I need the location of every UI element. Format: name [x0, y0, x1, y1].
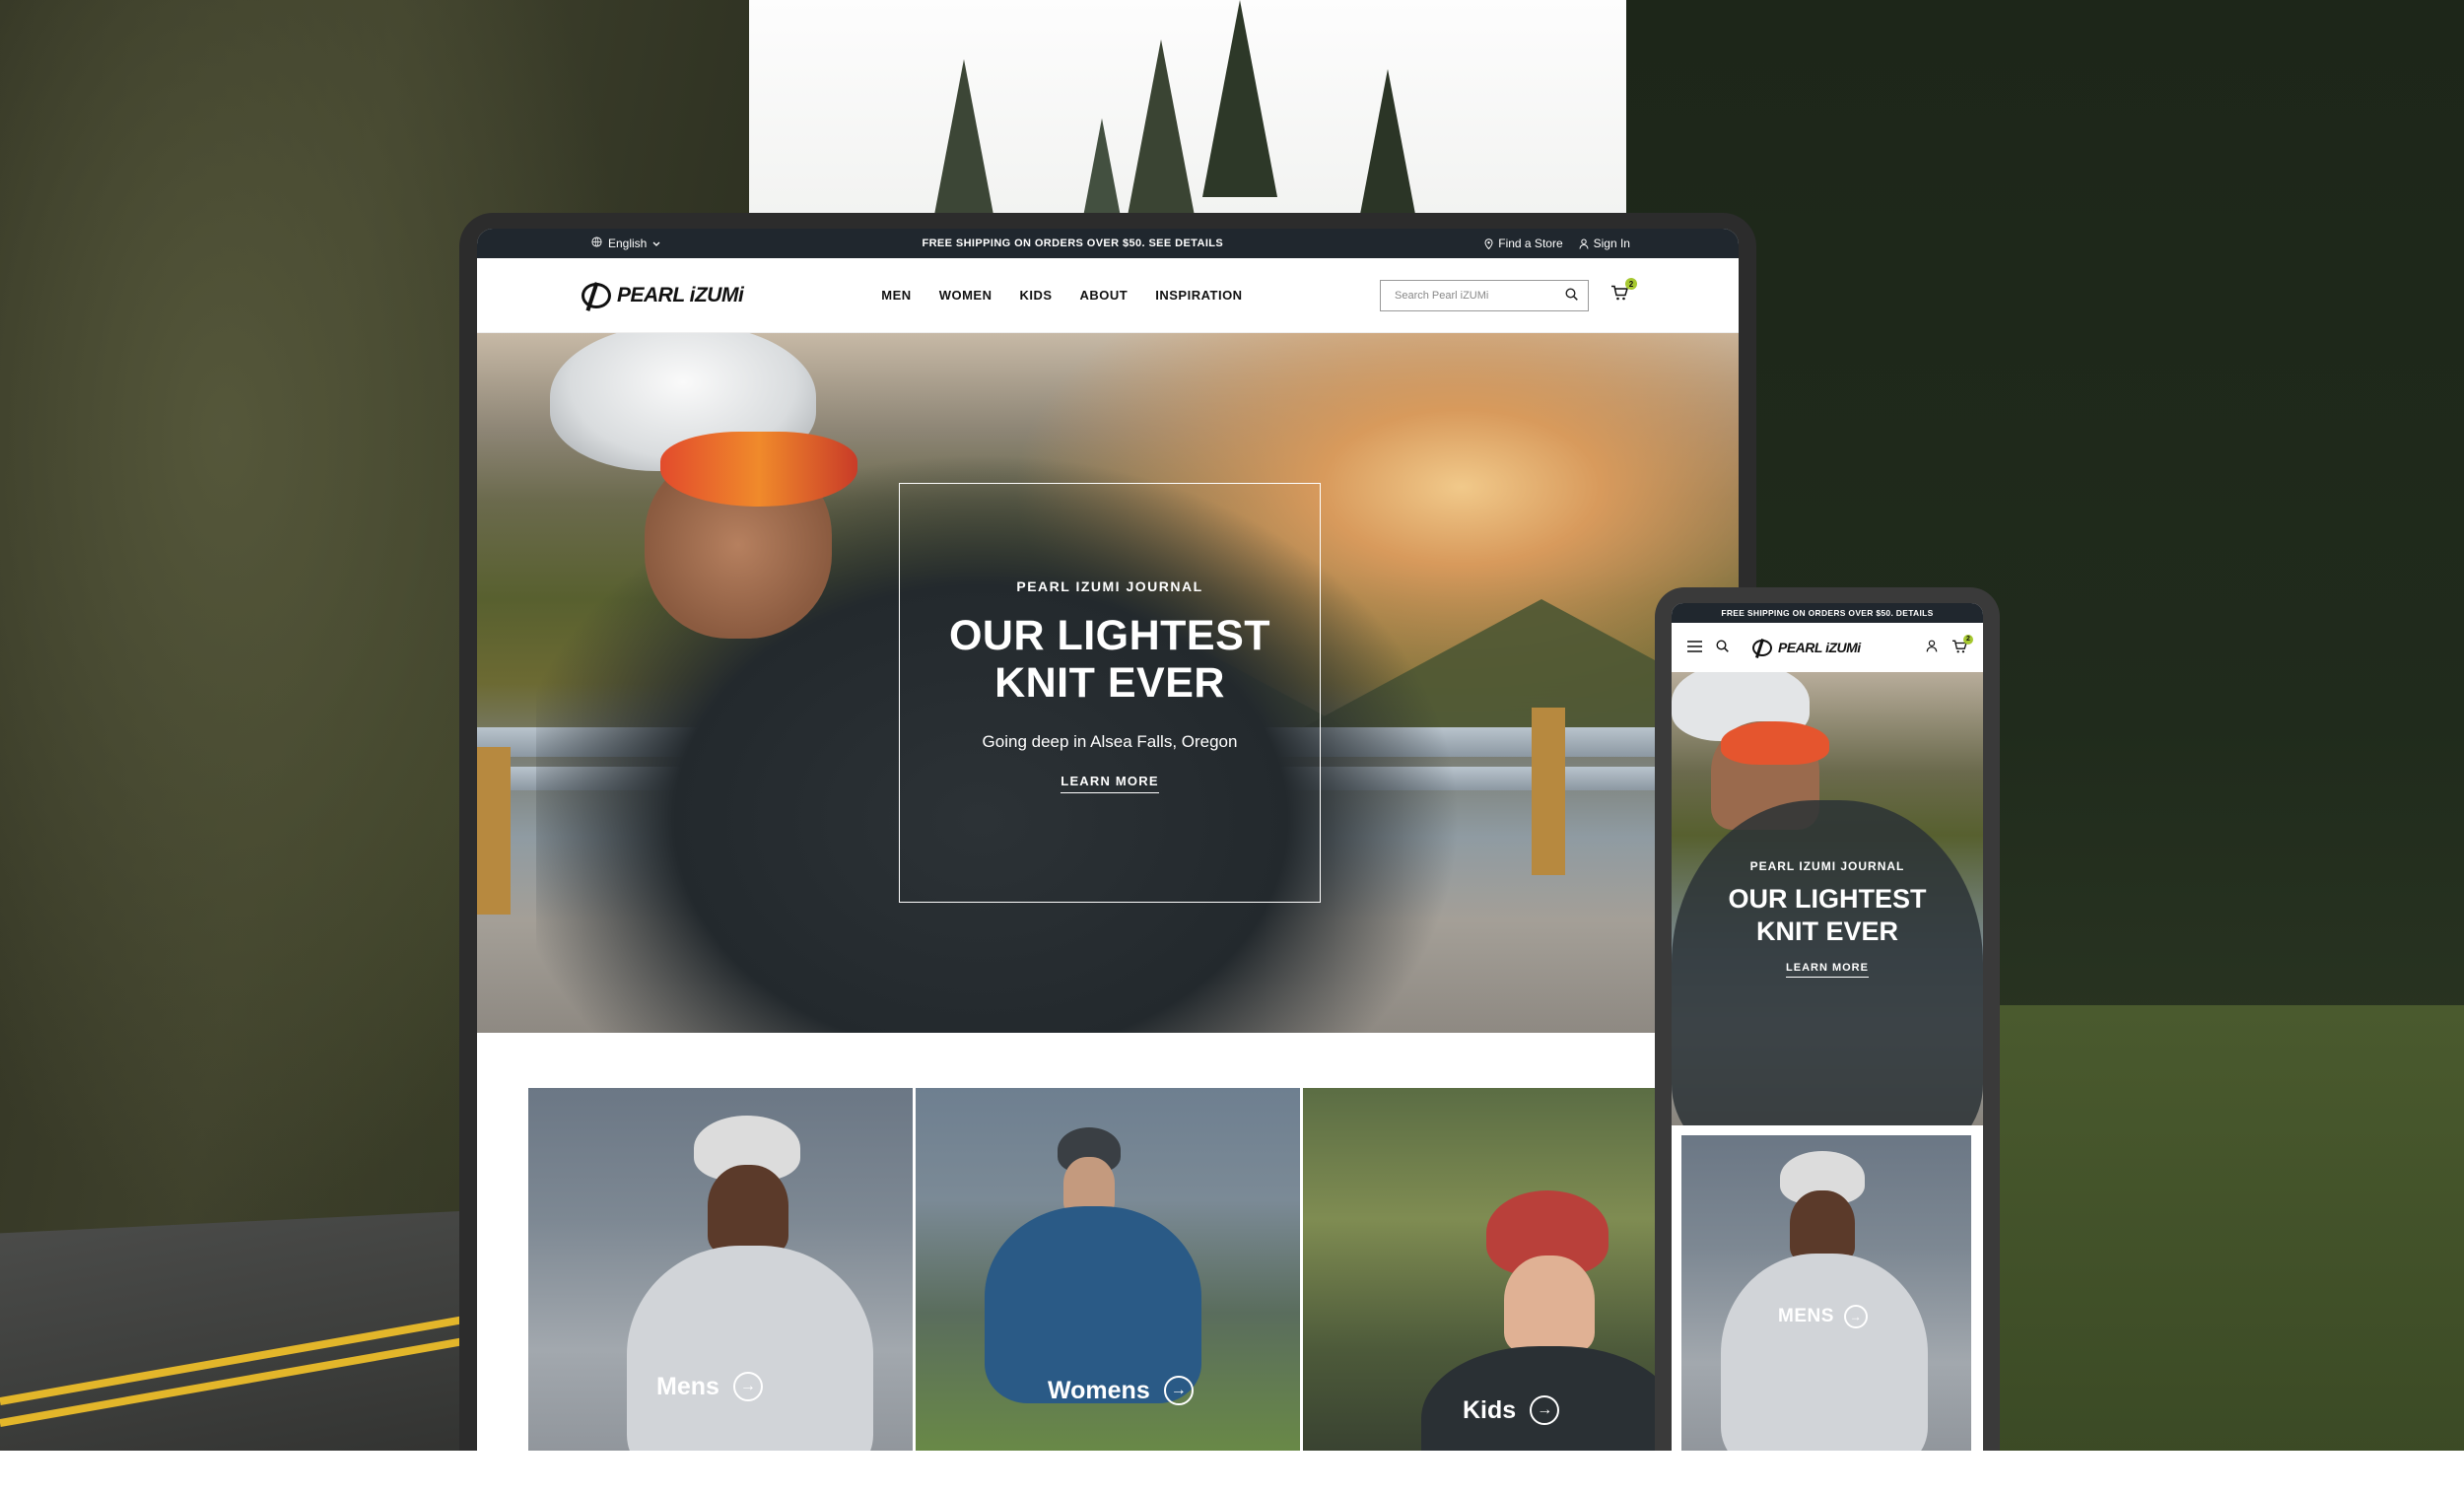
- tile-rider-face: [1504, 1255, 1595, 1352]
- chevron-down-icon: [652, 237, 660, 250]
- nav-item-inspiration[interactable]: INSPIRATION: [1155, 288, 1242, 303]
- tile-rider-jersey: [627, 1246, 873, 1451]
- tile-rider-jacket: [985, 1206, 1201, 1403]
- search-icon[interactable]: [1565, 287, 1578, 304]
- cart-count-badge: 2: [1625, 278, 1637, 290]
- category-tile-womens[interactable]: Womens →: [916, 1088, 1300, 1451]
- user-icon[interactable]: [1926, 640, 1938, 655]
- cart-button[interactable]: 2: [1610, 278, 1637, 305]
- category-tile-kids[interactable]: Kids →: [1303, 1088, 1687, 1451]
- utility-bar: English FREE SHIPPING ON ORDERS OVER $50…: [477, 229, 1739, 258]
- tile-label-wrap: Mens →: [656, 1372, 763, 1401]
- guardrail-post: [1532, 708, 1565, 875]
- hamburger-menu-icon[interactable]: [1687, 640, 1702, 655]
- brand-wordmark: PEARL iZUMi: [1778, 640, 1861, 655]
- sign-in-link[interactable]: Sign In: [1579, 237, 1630, 250]
- mobile-brand-logo[interactable]: PEARL iZUMi: [1752, 639, 1861, 656]
- primary-menu: MEN WOMEN KIDS ABOUT INSPIRATION: [881, 288, 1242, 303]
- mobile-hero-banner: PEARL IZUMI JOURNAL OUR LIGHTEST KNIT EV…: [1672, 672, 1983, 1125]
- language-selector[interactable]: English: [591, 237, 660, 250]
- mobile-screen: FREE SHIPPING ON ORDERS OVER $50. DETAIL…: [1672, 603, 1983, 1451]
- brand-logo[interactable]: PEARL iZUMi: [582, 282, 744, 308]
- tile-label: MENS: [1778, 1306, 1834, 1326]
- hero-glasses: [1721, 721, 1829, 765]
- nav-item-about[interactable]: ABOUT: [1080, 288, 1129, 303]
- sign-in-label: Sign In: [1593, 237, 1630, 250]
- tile-rider-jersey: [1721, 1254, 1928, 1451]
- guardrail-post: [477, 747, 511, 915]
- tile-label: Kids: [1463, 1395, 1517, 1424]
- find-store-label: Find a Store: [1498, 237, 1563, 250]
- tile-label-wrap: Womens →: [1048, 1376, 1194, 1405]
- hero-subtitle: Going deep in Alsea Falls, Oregon: [982, 732, 1238, 751]
- mobile-category-tile-mens[interactable]: MENS →: [1681, 1135, 1971, 1451]
- arrow-right-circle-icon: →: [1530, 1395, 1560, 1425]
- tile-label-wrap: MENS →: [1778, 1305, 1868, 1328]
- hero-headline: OUR LIGHTEST KNIT EVER: [948, 612, 1271, 707]
- mobile-navbar: PEARL iZUMi 2: [1672, 623, 1983, 672]
- desktop-screen: English FREE SHIPPING ON ORDERS OVER $50…: [477, 229, 1739, 1451]
- cart-count-badge: 2: [1963, 634, 1973, 645]
- hero-content-box: PEARL IZUMI JOURNAL OUR LIGHTEST KNIT EV…: [899, 483, 1321, 903]
- hero-learn-more-link[interactable]: LEARN MORE: [1061, 774, 1159, 793]
- arrow-right-circle-icon: →: [1843, 1305, 1868, 1328]
- category-tiles: Mens → Womens → Kids →: [528, 1088, 1687, 1451]
- mobile-cart-button[interactable]: 2: [1951, 634, 1973, 656]
- location-pin-icon: [1484, 238, 1493, 249]
- hero-eyebrow: PEARL IZUMI JOURNAL: [1016, 578, 1203, 594]
- tile-label: Mens: [656, 1372, 719, 1400]
- brand-wordmark: PEARL iZUMi: [617, 283, 744, 306]
- arrow-right-circle-icon: →: [1163, 1376, 1194, 1405]
- main-navbar: PEARL iZUMi MEN WOMEN KIDS ABOUT INSPIRA…: [477, 258, 1739, 333]
- mobile-hero-headline: OUR LIGHTEST KNIT EVER: [1728, 884, 1927, 946]
- search-placeholder: Search Pearl iZUMi: [1395, 289, 1489, 302]
- search-input[interactable]: Search Pearl iZUMi: [1380, 279, 1589, 311]
- user-icon: [1579, 238, 1589, 249]
- mobile-promo-bar[interactable]: FREE SHIPPING ON ORDERS OVER $50. DETAIL…: [1672, 603, 1983, 623]
- logo-mark: [1752, 639, 1772, 656]
- background-tree: [1202, 0, 1277, 197]
- hero-glasses: [660, 432, 857, 507]
- tile-rider-face: [708, 1165, 788, 1254]
- language-label: English: [608, 237, 648, 250]
- arrow-right-circle-icon: →: [732, 1372, 763, 1401]
- search-icon[interactable]: [1716, 640, 1729, 655]
- promo-link[interactable]: FREE SHIPPING ON ORDERS OVER $50. SEE DE…: [922, 238, 1223, 249]
- tile-rider-face: [1790, 1190, 1855, 1261]
- mobile-device-frame: FREE SHIPPING ON ORDERS OVER $50. DETAIL…: [1655, 587, 2000, 1451]
- nav-item-kids[interactable]: KIDS: [1019, 288, 1052, 303]
- hero-banner: PEARL IZUMI JOURNAL OUR LIGHTEST KNIT EV…: [477, 333, 1739, 1033]
- find-store-link[interactable]: Find a Store: [1484, 237, 1563, 250]
- nav-item-women[interactable]: WOMEN: [939, 288, 992, 303]
- desktop-device-frame: English FREE SHIPPING ON ORDERS OVER $50…: [459, 213, 1756, 1451]
- category-tile-mens[interactable]: Mens →: [528, 1088, 913, 1451]
- logo-mark: [582, 282, 611, 308]
- cart-icon: [1610, 285, 1629, 305]
- mobile-hero-learn-more-link[interactable]: LEARN MORE: [1786, 962, 1869, 978]
- tile-label: Womens: [1048, 1376, 1150, 1404]
- tile-label-wrap: Kids →: [1463, 1395, 1560, 1425]
- mobile-hero-eyebrow: PEARL IZUMI JOURNAL: [1749, 859, 1905, 873]
- nav-item-men[interactable]: MEN: [881, 288, 911, 303]
- globe-icon: [591, 237, 602, 250]
